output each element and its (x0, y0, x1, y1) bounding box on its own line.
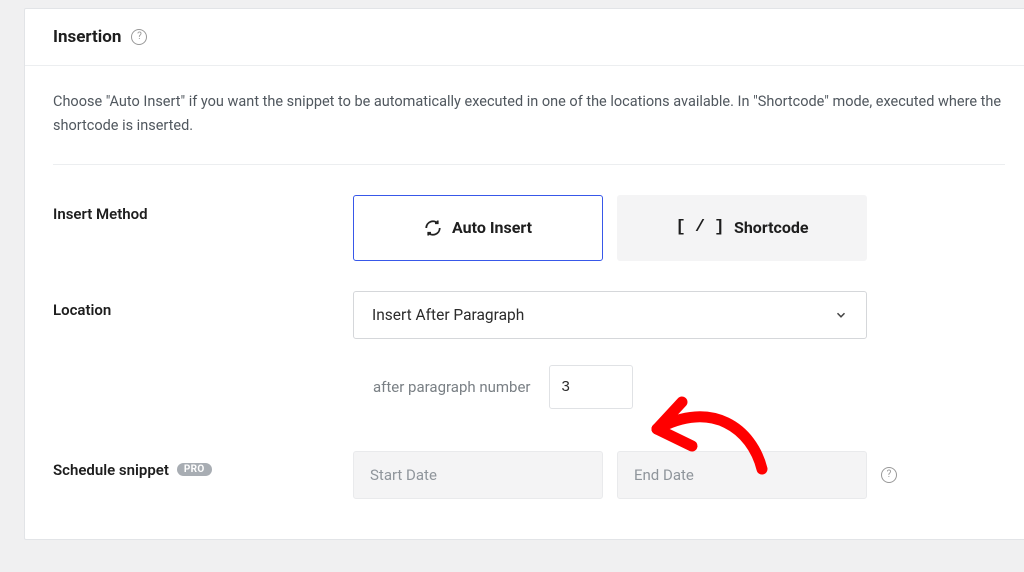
auto-insert-button[interactable]: Auto Insert (353, 195, 603, 261)
insert-method-toggle-group: Auto Insert [ / ] Shortcode (353, 195, 1005, 261)
chevron-down-icon (834, 308, 848, 322)
panel-header: Insertion ? (25, 9, 1024, 66)
schedule-row: Schedule snippet PRO Start Date End Date… (53, 451, 1005, 499)
location-selected: Insert After Paragraph (372, 306, 524, 324)
panel-title: Insertion (53, 27, 121, 47)
location-row: Location Insert After Paragraph after pa… (53, 291, 1005, 409)
divider (53, 164, 1005, 165)
pro-badge: PRO (177, 463, 212, 476)
schedule-label: Schedule snippet (53, 461, 169, 479)
start-date-input[interactable]: Start Date (353, 451, 603, 499)
location-select[interactable]: Insert After Paragraph (353, 291, 867, 339)
end-date-placeholder: End Date (634, 466, 694, 484)
help-icon[interactable]: ? (131, 29, 147, 45)
start-date-placeholder: Start Date (370, 466, 437, 484)
auto-insert-label: Auto Insert (452, 218, 532, 237)
paragraph-number-input[interactable] (549, 365, 633, 409)
panel-body: Choose "Auto Insert" if you want the sni… (25, 66, 1024, 539)
location-label: Location (53, 291, 353, 319)
schedule-label-wrap: Schedule snippet PRO (53, 451, 353, 479)
insertion-panel: Insertion ? Choose "Auto Insert" if you … (24, 8, 1024, 540)
insert-method-row: Insert Method Auto Insert [ / ] (53, 195, 1005, 261)
shortcode-label: Shortcode (734, 218, 809, 237)
paragraph-number-label: after paragraph number (373, 378, 531, 396)
shortcode-button[interactable]: [ / ] Shortcode (617, 195, 867, 261)
refresh-icon (424, 219, 442, 237)
end-date-input[interactable]: End Date (617, 451, 867, 499)
paragraph-number-row: after paragraph number (373, 365, 1005, 409)
panel-description: Choose "Auto Insert" if you want the sni… (53, 90, 1005, 138)
shortcode-icon: [ / ] (675, 218, 724, 237)
schedule-help-icon[interactable]: ? (881, 467, 897, 483)
date-group: Start Date End Date ? (353, 451, 1005, 499)
insert-method-label: Insert Method (53, 195, 353, 223)
